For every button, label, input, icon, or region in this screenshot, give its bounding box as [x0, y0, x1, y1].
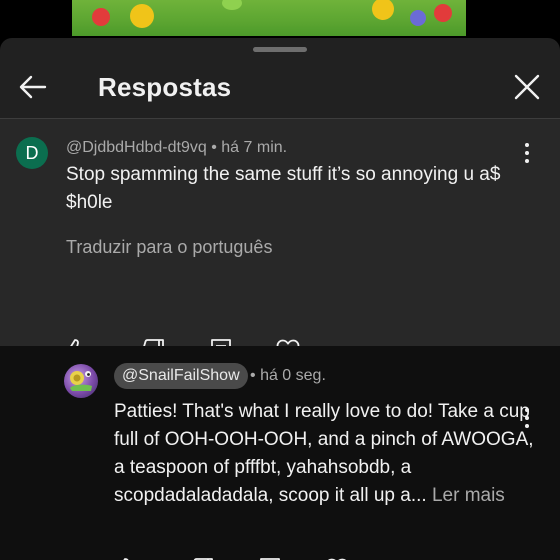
comment-time: há 7 min.: [221, 139, 288, 156]
comment-meta: @DjdbdHdbd-dt9vq • há 7 min.: [66, 139, 287, 157]
arrow-left-icon: [19, 75, 47, 99]
reply-author-badge[interactable]: @SnailFailShow: [114, 363, 248, 389]
translate-link[interactable]: Traduzir para o português: [66, 237, 272, 258]
video-thumbnail: [72, 0, 466, 36]
dislike-button[interactable]: [189, 556, 215, 560]
reply-meta: • há 0 seg.: [250, 367, 326, 385]
decorative-flower: [222, 0, 242, 10]
parent-comment: D @DjdbdHdbd-dt9vq • há 7 min. Stop spam…: [0, 119, 560, 362]
sheet-header: Respostas: [0, 52, 560, 118]
replies-sheet: Respostas D @DjdbdHdbd-dt9vq • há 7 min.…: [0, 38, 560, 560]
reply-button[interactable]: [257, 556, 283, 560]
decorative-flower: [130, 4, 154, 28]
decorative-flower: [92, 8, 110, 26]
heart-icon: [327, 558, 347, 560]
decorative-flower: [372, 0, 394, 20]
meta-separator: •: [250, 367, 256, 384]
heart-button[interactable]: [324, 556, 350, 560]
comment-author[interactable]: @DjdbdHdbd-dt9vq: [66, 139, 207, 156]
avatar-letter: D: [25, 142, 39, 163]
decorative-flower: [410, 10, 426, 26]
meta-separator: •: [211, 139, 217, 156]
reply-time: há 0 seg.: [260, 367, 326, 384]
reply-text-block: Patties! That's what I really love to do…: [114, 398, 534, 510]
video-player-strip[interactable]: [0, 0, 560, 36]
decorative-flower: [434, 4, 452, 22]
thumb-down-icon: [193, 558, 213, 560]
avatar[interactable]: D: [16, 137, 48, 169]
like-button[interactable]: [113, 556, 139, 560]
thumb-up-icon: [123, 558, 129, 560]
reply-comment: @SnailFailShow • há 0 seg. Patties! That…: [0, 346, 560, 560]
read-more-link[interactable]: Ler mais: [432, 485, 505, 506]
page-title: Respostas: [98, 72, 232, 102]
comment-icon: [260, 558, 280, 560]
avatar[interactable]: [64, 364, 98, 398]
close-button[interactable]: [510, 70, 544, 104]
snail-avatar-icon: [70, 371, 92, 391]
comment-text: Stop spamming the same stuff it’s so ann…: [66, 164, 501, 213]
close-icon: [514, 74, 540, 100]
back-button[interactable]: [16, 70, 50, 104]
